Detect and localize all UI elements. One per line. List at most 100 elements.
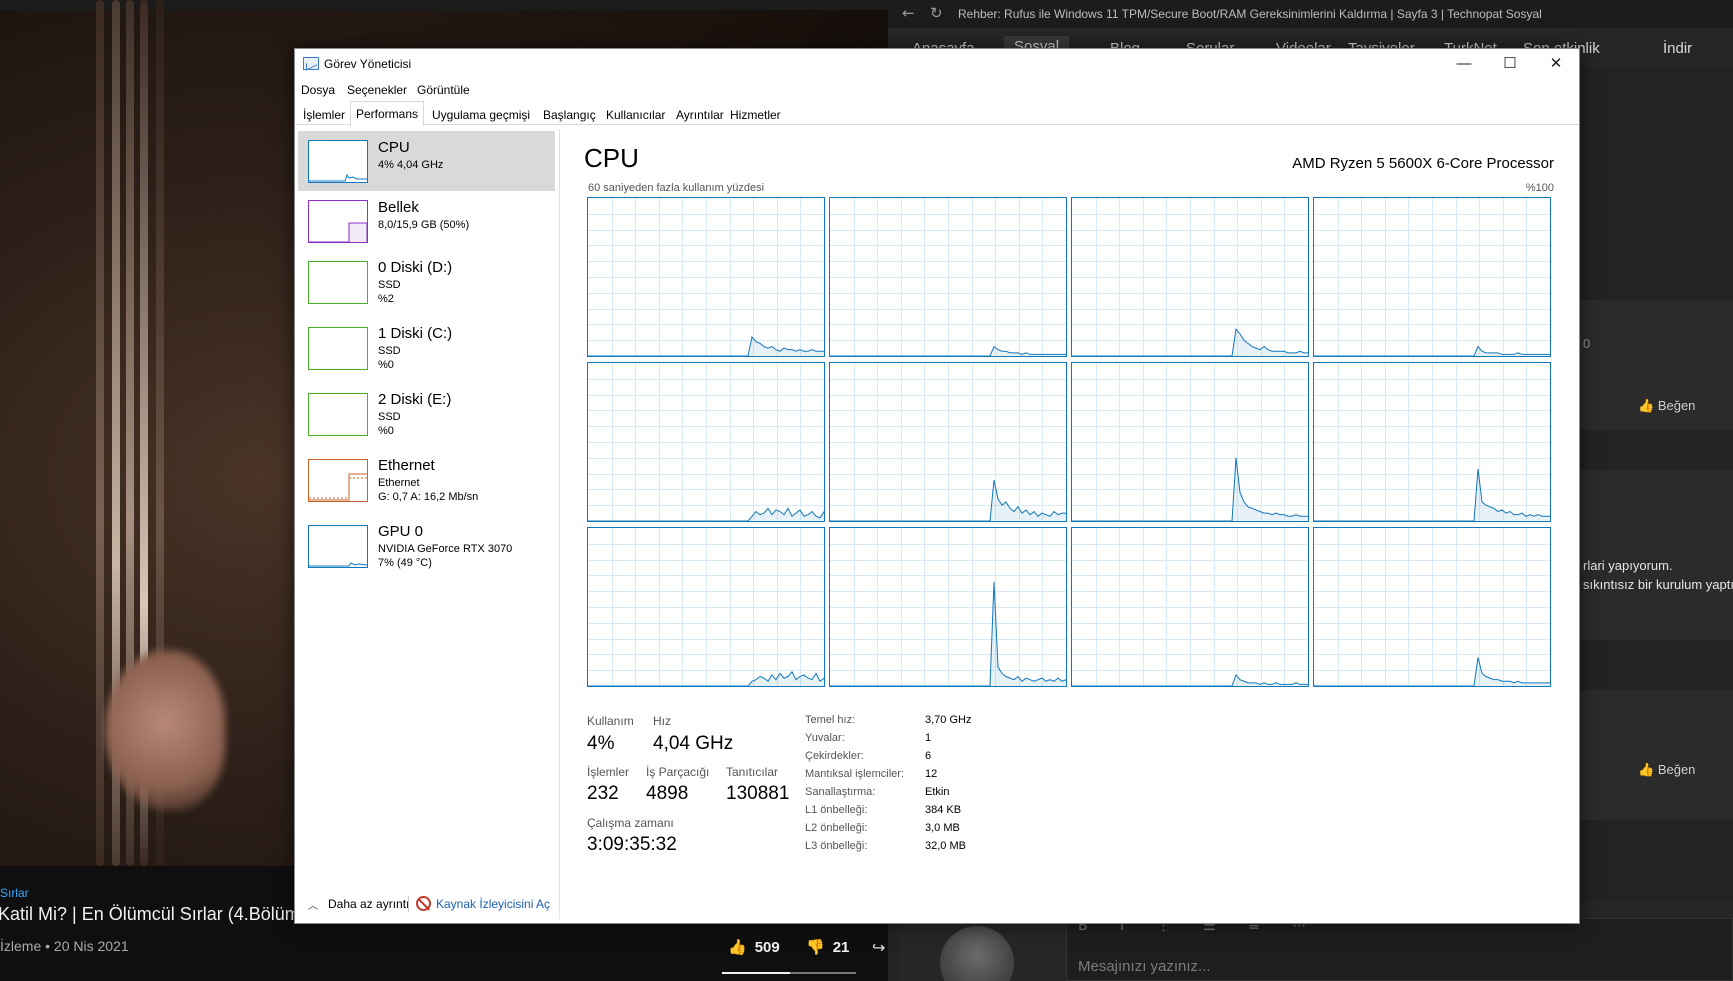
device-detail: SSD: [378, 279, 401, 291]
device-name: GPU 0: [378, 523, 424, 540]
tab-details[interactable]: Ayrıntılar: [670, 104, 730, 125]
utilization-value: 4%: [587, 733, 615, 754]
like-count: 509: [754, 938, 780, 956]
post-like-label: Beğen: [1657, 398, 1696, 413]
reload-icon[interactable]: ↻: [930, 4, 943, 22]
device-detail: SSD: [378, 345, 401, 357]
message-placeholder[interactable]: Mesajınızı yazınız...: [1078, 958, 1211, 975]
device-name: 2 Diski (E:): [378, 391, 452, 408]
spec-label: Temel hız:: [805, 714, 856, 726]
device-detail-2: 7% (49 °C): [378, 557, 432, 569]
thumbs-down-icon: 👎: [806, 939, 825, 956]
page-title-url[interactable]: Rehber: Rufus ile Windows 11 TPM/Secure …: [958, 7, 1542, 21]
open-resource-monitor-link[interactable]: Kaynak İzleyicisini Aç: [436, 897, 550, 911]
cpu-model-name: AMD Ryzen 5 5600X 6-Core Processor: [1292, 155, 1554, 172]
title-bar[interactable]: Görev Yöneticisi — ☐ ✕: [295, 49, 1579, 79]
device-thumbnail: [308, 459, 368, 502]
core-graph: [829, 362, 1067, 522]
menu-view[interactable]: Görüntüle: [417, 83, 470, 97]
device-detail: SSD: [378, 411, 401, 423]
post-like-label: Beğen: [1657, 762, 1696, 777]
spec-label: L1 önbelleği:: [805, 804, 868, 816]
core-graph: [1313, 362, 1551, 522]
task-manager-icon: [303, 57, 319, 70]
cpu-heading: CPU: [584, 143, 639, 173]
menu-file[interactable]: Dosya: [301, 83, 335, 97]
post-like-link[interactable]: 👍 Beğen: [1638, 762, 1695, 778]
core-graph-svg: [1072, 198, 1308, 356]
pane-divider[interactable]: [559, 129, 560, 919]
footer-divider: [408, 896, 409, 912]
core-graph-svg: [830, 528, 1066, 686]
like-button[interactable]: 👍 509: [728, 938, 780, 957]
spec-label: Sanallaştırma:: [805, 786, 876, 798]
device-thumbnail: [308, 261, 368, 304]
device-name: Bellek: [378, 199, 419, 216]
device-name: CPU: [378, 139, 410, 156]
device-detail: Ethernet: [378, 477, 420, 489]
device-thumbnail: [308, 327, 368, 370]
device-thumbnail: [308, 200, 368, 243]
video-channel-link[interactable]: Sırlar: [0, 886, 29, 900]
core-graph-svg: [830, 363, 1066, 521]
core-graph: [829, 527, 1067, 687]
device-memory[interactable]: Bellek 8,0/15,9 GB (50%): [298, 191, 555, 251]
utilization-label: Kullanım: [587, 714, 634, 728]
back-arrow-icon[interactable]: ←: [902, 4, 915, 22]
fewer-details-link[interactable]: Daha az ayrıntı: [328, 897, 409, 911]
threads-label: İş Parçacığı: [646, 765, 710, 779]
tab-startup[interactable]: Başlangıç: [537, 104, 602, 125]
core-graph: [587, 197, 825, 357]
spec-label: Yuvalar:: [805, 732, 845, 744]
chevron-up-icon[interactable]: ︿: [308, 897, 318, 912]
share-icon[interactable]: ↪: [872, 938, 885, 957]
device-detail-2: G: 0,7 A: 16,2 Mb/sn: [378, 491, 479, 503]
core-graph: [1313, 197, 1551, 357]
task-manager-window: Görev Yöneticisi — ☐ ✕ Dosya Seçenekler …: [294, 48, 1580, 924]
tab-users[interactable]: Kullanıcılar: [600, 104, 671, 125]
tab-services[interactable]: Hizmetler: [724, 104, 787, 125]
close-icon[interactable]: ✕: [1533, 49, 1579, 79]
core-graph: [587, 362, 825, 522]
speed-value: 4,04 GHz: [653, 733, 734, 754]
device-disk-0[interactable]: 0 Diski (D:) SSD %2: [298, 251, 555, 317]
spec-value: 3,70 GHz: [925, 714, 972, 726]
device-disk-1[interactable]: 1 Diski (C:) SSD %0: [298, 317, 555, 383]
performance-device-list: CPU 4% 4,04 GHz Bellek 8,0/15,9 GB (50%)…: [298, 129, 555, 879]
spec-label: L2 önbelleği:: [805, 822, 868, 834]
browser-address-bar: ← ↻ Rehber: Rufus ile Windows 11 TPM/Sec…: [888, 0, 1733, 28]
device-detail: 8,0/15,9 GB (50%): [378, 219, 470, 231]
device-detail-2: %0: [378, 359, 394, 371]
device-cpu[interactable]: CPU 4% 4,04 GHz: [298, 131, 555, 191]
device-detail-2: %2: [378, 293, 394, 305]
handles-value: 130881: [726, 783, 790, 804]
gpu-mini-graph: [309, 562, 367, 567]
device-thumbnail: [308, 525, 368, 568]
tab-performance[interactable]: Performans: [350, 101, 425, 126]
logical-processor-graphs[interactable]: [587, 197, 1555, 687]
device-name: Ethernet: [378, 457, 435, 474]
core-graph: [1071, 362, 1309, 522]
core-graph: [1071, 527, 1309, 687]
tab-app-history[interactable]: Uygulama geçmişi: [426, 104, 536, 125]
site-nav-item[interactable]: İndir: [1663, 40, 1692, 57]
spec-label: L3 önbelleği:: [805, 840, 868, 852]
resource-monitor-icon[interactable]: [416, 896, 431, 911]
core-graph-svg: [1314, 528, 1550, 686]
device-detail-2: %0: [378, 425, 394, 437]
dislike-button[interactable]: 👎 21: [806, 938, 849, 957]
window-title: Görev Yöneticisi: [324, 57, 412, 71]
spec-value: 32,0 MB: [925, 840, 966, 852]
maximize-icon[interactable]: ☐: [1487, 49, 1533, 79]
device-gpu[interactable]: GPU 0 NVIDIA GeForce RTX 3070 7% (49 °C): [298, 515, 555, 581]
thumbs-up-icon: 👍: [728, 939, 747, 956]
device-ethernet[interactable]: Ethernet Ethernet G: 0,7 A: 16,2 Mb/sn: [298, 449, 555, 515]
tab-processes[interactable]: İşlemler: [297, 104, 351, 125]
core-graph-svg: [588, 528, 824, 686]
device-disk-2[interactable]: 2 Diski (E:) SSD %0: [298, 383, 555, 449]
post-like-link[interactable]: 👍 Beğen: [1638, 398, 1695, 414]
menu-options[interactable]: Seçenekler: [347, 83, 407, 97]
minimize-icon[interactable]: —: [1441, 49, 1487, 79]
processes-value: 232: [587, 783, 619, 804]
device-name: 0 Diski (D:): [378, 259, 453, 276]
